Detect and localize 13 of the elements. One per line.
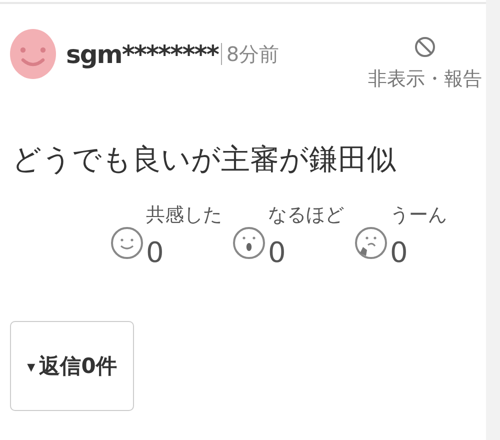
smile-face-icon [110,224,144,260]
post-time: 8分前 [221,43,280,65]
replies-button[interactable]: ▾ 返信0件 [10,321,134,411]
reaction-button[interactable]: うーん 0 [354,202,447,269]
block-icon [414,36,436,58]
comment-text: どうでも良いが主審が鎌田似 [12,141,397,178]
reaction-button[interactable]: 共感した 0 [110,202,222,269]
surprised-face-icon [232,224,266,260]
thinking-face-icon [354,224,388,260]
hide-report-button[interactable]: 非表示・報告 [368,36,482,92]
username[interactable]: sgm******** [66,40,218,68]
reaction-button[interactable]: なるほど 0 [232,202,344,269]
avatar-icon [10,29,56,79]
